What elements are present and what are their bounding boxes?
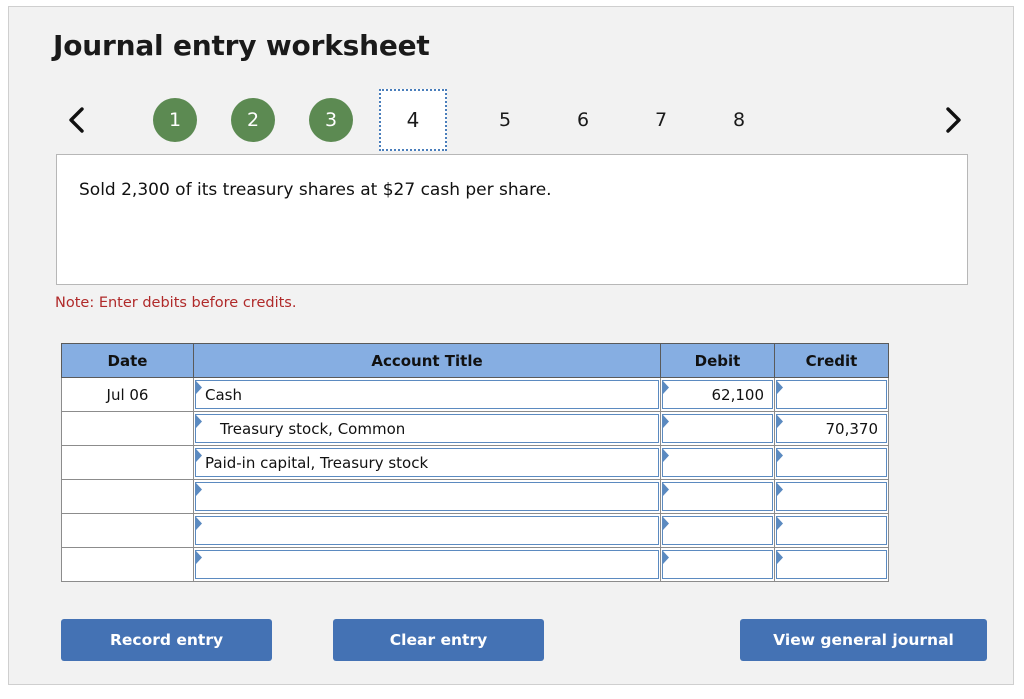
cell-marker-icon <box>663 415 669 428</box>
cell-account[interactable]: Cash <box>193 377 661 412</box>
pager-step-5[interactable]: 5 <box>480 95 530 145</box>
column-header-credit: Credit <box>774 343 889 378</box>
column-header-debit: Debit <box>660 343 775 378</box>
column-header-account: Account Title <box>193 343 661 378</box>
pager-step-2[interactable]: 2 <box>231 98 275 142</box>
pager-step-label: 4 <box>406 108 420 132</box>
cell-debit[interactable] <box>660 445 775 480</box>
pager-step-1[interactable]: 1 <box>153 98 197 142</box>
view-general-journal-button[interactable]: View general journal <box>740 619 987 661</box>
pager-step-label: 2 <box>246 109 260 131</box>
record-entry-button[interactable]: Record entry <box>61 619 272 661</box>
cell-marker-icon <box>196 517 202 530</box>
column-header-date: Date <box>61 343 194 378</box>
worksheet-panel: Journal entry worksheet 1 2 3 4 5 6 7 8 <box>8 6 1014 685</box>
cell-account-text: Cash <box>205 385 242 404</box>
cell-account[interactable]: Treasury stock, Common <box>193 411 661 446</box>
cell-date[interactable] <box>61 479 194 514</box>
chevron-right-icon <box>942 105 964 135</box>
pager-step-4[interactable]: 4 <box>379 89 447 151</box>
cell-debit[interactable]: 62,100 <box>660 377 775 412</box>
cell-date[interactable]: Jul 06 <box>61 377 194 412</box>
transaction-description-box: Sold 2,300 of its treasury shares at $27… <box>56 154 968 285</box>
table-header-row: Date Account Title Debit Credit <box>61 343 889 378</box>
cell-date[interactable] <box>61 445 194 480</box>
cell-date[interactable] <box>61 411 194 446</box>
table-row: Treasury stock, Common 70,370 <box>61 411 889 446</box>
cell-marker-icon <box>663 517 669 530</box>
cell-date[interactable] <box>61 547 194 582</box>
cell-credit[interactable] <box>774 479 889 514</box>
cell-credit[interactable] <box>774 547 889 582</box>
cell-debit[interactable] <box>660 513 775 548</box>
cell-credit-text: 70,370 <box>825 419 879 438</box>
cell-marker-icon <box>663 449 669 462</box>
pager-next-button[interactable] <box>935 89 971 151</box>
table-row <box>61 513 889 548</box>
cell-credit[interactable] <box>774 445 889 480</box>
cell-debit[interactable] <box>660 479 775 514</box>
cell-credit[interactable] <box>774 513 889 548</box>
pager-prev-button[interactable] <box>59 89 95 151</box>
pager-step-label: 6 <box>576 109 590 131</box>
table-row <box>61 479 889 514</box>
transaction-description-text: Sold 2,300 of its treasury shares at $27… <box>79 180 552 200</box>
cell-account[interactable] <box>193 547 661 582</box>
pager-step-label: 8 <box>732 109 746 131</box>
table-row: Jul 06 Cash 62,100 <box>61 377 889 412</box>
journal-entry-table: Date Account Title Debit Credit Jul 06 C… <box>61 343 889 582</box>
cell-account[interactable]: Paid-in capital, Treasury stock <box>193 445 661 480</box>
cell-marker-icon <box>663 483 669 496</box>
cell-credit[interactable] <box>774 377 889 412</box>
pager-step-label: 3 <box>324 109 338 131</box>
cell-marker-icon <box>196 551 202 564</box>
pager-step-8[interactable]: 8 <box>714 95 764 145</box>
cell-marker-icon <box>777 517 783 530</box>
table-row <box>61 547 889 582</box>
cell-account-text: Paid-in capital, Treasury stock <box>205 453 429 472</box>
cell-marker-icon <box>777 483 783 496</box>
cell-account[interactable] <box>193 513 661 548</box>
cell-credit[interactable]: 70,370 <box>774 411 889 446</box>
pager-step-3[interactable]: 3 <box>309 98 353 142</box>
cell-marker-icon <box>777 551 783 564</box>
debits-before-credits-note: Note: Enter debits before credits. <box>55 295 297 311</box>
cell-marker-icon <box>777 449 783 462</box>
table-row: Paid-in capital, Treasury stock <box>61 445 889 480</box>
pager-step-label: 5 <box>498 109 512 131</box>
clear-entry-button[interactable]: Clear entry <box>333 619 544 661</box>
cell-marker-icon <box>196 483 202 496</box>
chevron-left-icon <box>66 105 88 135</box>
worksheet-pager: 1 2 3 4 5 6 7 8 <box>53 89 973 151</box>
cell-debit-text: 62,100 <box>711 385 765 404</box>
cell-account-text: Treasury stock, Common <box>220 419 406 438</box>
cell-date[interactable] <box>61 513 194 548</box>
pager-step-6[interactable]: 6 <box>558 95 608 145</box>
cell-debit[interactable] <box>660 547 775 582</box>
pager-step-label: 7 <box>654 109 668 131</box>
cell-account[interactable] <box>193 479 661 514</box>
pager-step-7[interactable]: 7 <box>636 95 686 145</box>
cell-marker-icon <box>663 551 669 564</box>
cell-debit[interactable] <box>660 411 775 446</box>
page-title: Journal entry worksheet <box>53 29 430 62</box>
pager-step-label: 1 <box>168 109 182 131</box>
cell-marker-icon <box>777 381 783 394</box>
